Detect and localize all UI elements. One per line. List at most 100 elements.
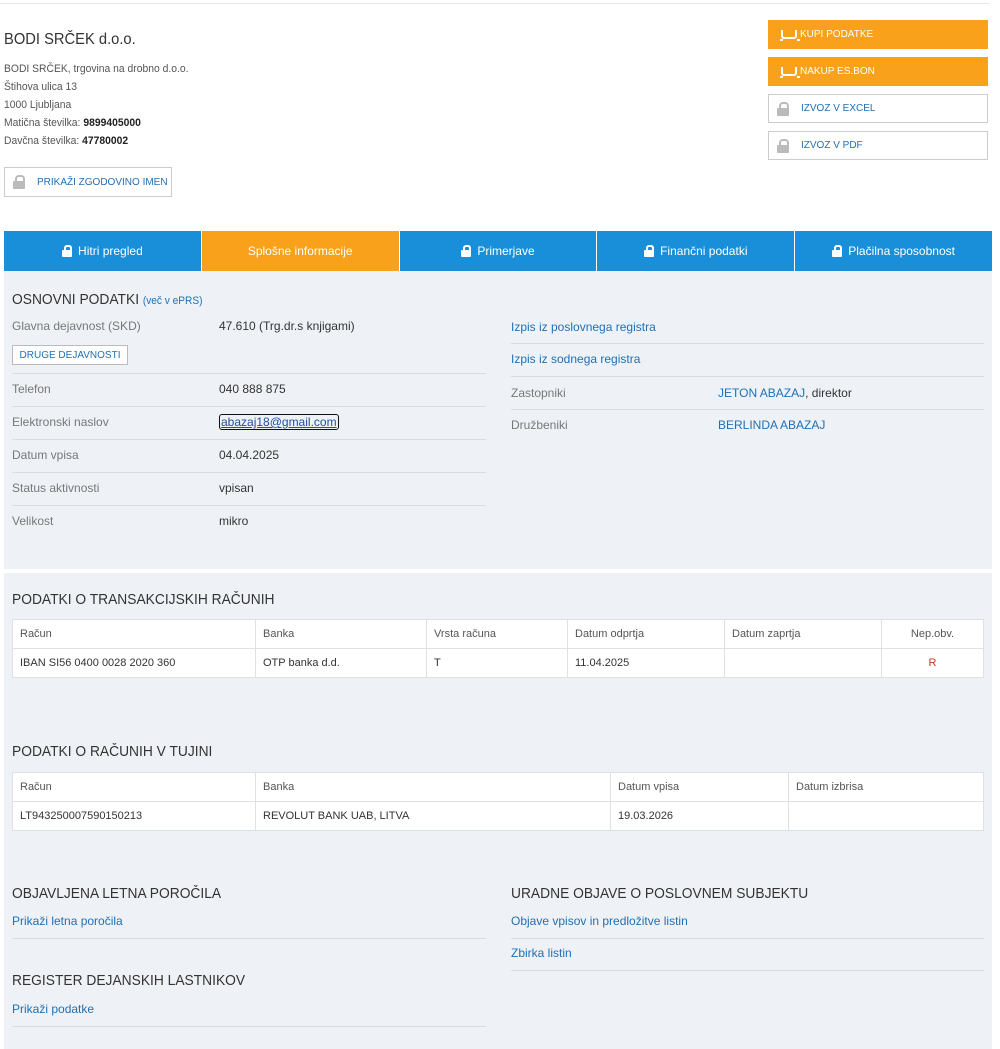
divider bbox=[511, 970, 984, 971]
lock-icon bbox=[13, 175, 25, 189]
divider bbox=[511, 938, 984, 939]
foreign-accounts-table: Račun Banka Datum vpisa Datum izbrisa LT… bbox=[12, 772, 984, 831]
column-header: Račun bbox=[12, 619, 256, 649]
registration-date-value: 04.04.2025 bbox=[219, 448, 280, 462]
company-street: Štihova ulica 13 bbox=[4, 81, 78, 93]
table-cell bbox=[788, 801, 984, 831]
company-full-name: BODI SRČEK, trgovina na drobno d.o.o. bbox=[4, 63, 189, 75]
tab-placilna-sposobnost[interactable]: Plačilna sposobnost bbox=[795, 231, 992, 271]
buy-bon-label: NAKUP eS.BON bbox=[800, 66, 875, 77]
tab-label: Splošne informacije bbox=[247, 244, 353, 258]
export-excel-button[interactable]: IZVOZ V EXCEL bbox=[768, 94, 988, 123]
lock-icon bbox=[62, 245, 73, 257]
divider bbox=[12, 406, 486, 407]
more-in-eprs-link[interactable]: (več v ePRS) bbox=[143, 295, 203, 307]
column-header: Datum vpisa bbox=[610, 772, 789, 802]
table-cell: 19.03.2026 bbox=[610, 801, 789, 831]
partner-link[interactable]: BERLINDA ABAZAJ bbox=[718, 418, 825, 432]
business-register-link[interactable]: Izpis iz poslovnega registra bbox=[511, 320, 656, 334]
court-register-link[interactable]: Izpis iz sodnega registra bbox=[511, 352, 640, 366]
lock-icon bbox=[644, 245, 655, 257]
representatives-label: Zastopniki bbox=[511, 386, 566, 400]
maticna-stevilka: Matična številka: 9899405000 bbox=[4, 117, 141, 129]
representative: JETON ABAZAJ, direktor bbox=[718, 386, 852, 400]
divider bbox=[12, 938, 486, 939]
transaction-accounts-title: PODATKI O TRANSAKCIJSKIH RAČUNIH bbox=[12, 591, 275, 608]
top-divider bbox=[0, 0, 990, 4]
table-cell: R bbox=[881, 648, 984, 678]
phone-label: Telefon bbox=[12, 382, 51, 396]
tab-label: Primerjave bbox=[477, 244, 535, 258]
tab-primerjave[interactable]: Primerjave bbox=[399, 231, 598, 271]
davcna-stevilka: Davčna številka: 47780002 bbox=[4, 135, 128, 147]
table-cell: IBAN SI56 0400 0028 2020 360 bbox=[12, 648, 256, 678]
column-header: Vrsta računa bbox=[426, 619, 568, 649]
phone-value: 040 888 875 bbox=[219, 382, 286, 396]
registration-date-label: Datum vpisa bbox=[12, 448, 79, 462]
maticna-value: 9899405000 bbox=[83, 117, 141, 129]
lock-icon bbox=[832, 245, 843, 257]
table-cell: LT943250007590150213 bbox=[12, 801, 256, 831]
status-label: Status aktivnosti bbox=[12, 481, 100, 495]
show-owners-link[interactable]: Prikaži podatke bbox=[12, 1002, 94, 1016]
basic-data-title-text: OSNOVNI PODATKI bbox=[12, 291, 140, 308]
column-header: Račun bbox=[12, 772, 256, 802]
table-cell: 11.04.2025 bbox=[567, 648, 725, 678]
divider bbox=[12, 472, 486, 473]
table-cell bbox=[724, 648, 882, 678]
column-header: Nep.obv. bbox=[881, 619, 984, 649]
table-cell: REVOLUT BANK UAB, LITVA bbox=[255, 801, 611, 831]
email-link[interactable]: abazaj18@gmail.com bbox=[219, 414, 339, 430]
lock-icon bbox=[461, 245, 472, 257]
tab-bar: Hitri pregled Splošne informacije Primer… bbox=[4, 231, 992, 271]
tab-splosne-informacije[interactable]: Splošne informacije bbox=[201, 231, 400, 271]
show-annual-reports-link[interactable]: Prikaži letna poročila bbox=[12, 914, 123, 928]
export-pdf-label: IZVOZ V PDF bbox=[801, 140, 863, 151]
tab-hitri-pregled[interactable]: Hitri pregled bbox=[4, 231, 202, 271]
status-value: vpisan bbox=[219, 481, 254, 495]
divider bbox=[511, 343, 984, 344]
registrations-link[interactable]: Objave vpisov in predložitve listin bbox=[511, 914, 688, 928]
company-name: BODI SRČEK d.o.o. bbox=[4, 31, 136, 48]
divider bbox=[511, 376, 984, 377]
cart-icon bbox=[780, 28, 800, 42]
table-row: IBAN SI56 0400 0028 2020 360 OTP banka d… bbox=[12, 648, 984, 678]
show-name-history-label: PRIKAŽI ZGODOVINO IMEN bbox=[37, 176, 168, 188]
column-header: Banka bbox=[255, 619, 427, 649]
size-label: Velikost bbox=[12, 514, 54, 528]
column-header: Banka bbox=[255, 772, 611, 802]
activity-value: 47.610 (Trg.dr.s knjigami) bbox=[219, 319, 355, 333]
buy-data-button[interactable]: KUPI PODATKE bbox=[768, 20, 988, 49]
representative-link[interactable]: JETON ABAZAJ bbox=[718, 386, 805, 400]
export-excel-label: IZVOZ V EXCEL bbox=[801, 103, 876, 114]
table-header-row: Račun Banka Vrsta računa Datum odprtja D… bbox=[12, 619, 984, 649]
divider bbox=[12, 373, 486, 374]
divider bbox=[12, 1026, 486, 1027]
document-collection-link[interactable]: Zbirka listin bbox=[511, 946, 572, 960]
representative-role: , direktor bbox=[805, 386, 852, 400]
size-value: mikro bbox=[219, 514, 249, 528]
other-activities-button[interactable]: DRUGE DEJAVNOSTI bbox=[12, 345, 128, 365]
column-header: Datum izbrisa bbox=[788, 772, 984, 802]
tab-financni-podatki[interactable]: Finančni podatki bbox=[597, 231, 796, 271]
davcna-label: Davčna številka: bbox=[4, 135, 80, 147]
table-cell: OTP banka d.d. bbox=[255, 648, 427, 678]
divider bbox=[12, 505, 486, 506]
show-name-history-button[interactable]: PRIKAŽI ZGODOVINO IMEN bbox=[4, 167, 172, 197]
table-header-row: Račun Banka Datum vpisa Datum izbrisa bbox=[12, 772, 984, 802]
maticna-label: Matična številka: bbox=[4, 117, 81, 129]
lock-icon bbox=[777, 138, 789, 153]
buy-data-label: KUPI PODATKE bbox=[800, 29, 874, 40]
davcna-value: 47780002 bbox=[82, 135, 129, 147]
company-city: 1000 Ljubljana bbox=[4, 99, 72, 111]
export-pdf-button[interactable]: IZVOZ V PDF bbox=[768, 131, 988, 160]
partners-label: Družbeniki bbox=[511, 418, 568, 432]
tab-label: Finančni podatki bbox=[660, 244, 748, 258]
basic-data-title: OSNOVNI PODATKI (več v ePRS) bbox=[12, 291, 202, 308]
table-cell: T bbox=[426, 648, 568, 678]
transaction-accounts-table: Račun Banka Vrsta računa Datum odprtja D… bbox=[12, 619, 984, 678]
activity-label: Glavna dejavnost (SKD) bbox=[12, 319, 141, 333]
beneficial-owners-title: REGISTER DEJANSKIH LASTNIKOV bbox=[12, 972, 246, 989]
cart-icon bbox=[780, 65, 800, 79]
buy-bon-button[interactable]: NAKUP eS.BON bbox=[768, 57, 988, 86]
